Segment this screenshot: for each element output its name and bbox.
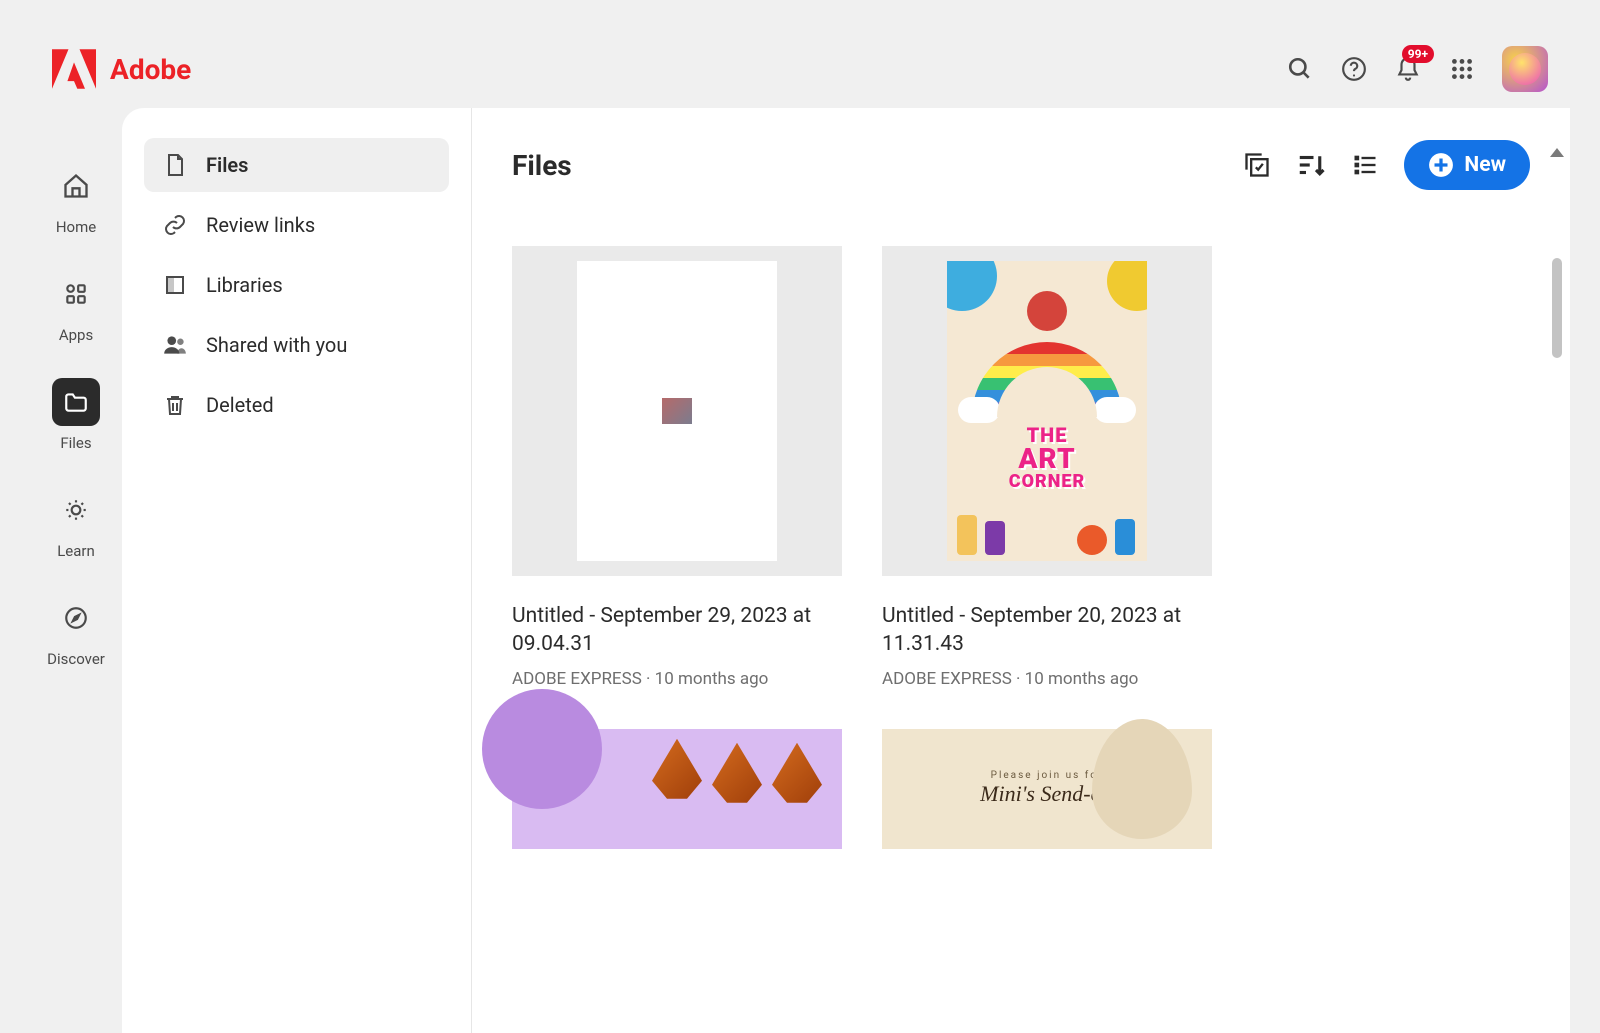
avatar[interactable]	[1502, 46, 1548, 92]
thumbnail-image: THE ART CORNER	[947, 261, 1147, 561]
apps-grid-icon[interactable]	[1448, 55, 1476, 83]
file-card[interactable]: THE ART CORNER Untitled - September 20,	[882, 246, 1212, 689]
scrollbar-thumb[interactable]	[1552, 258, 1562, 358]
trash-icon	[162, 392, 188, 418]
main-panel: Files Review links Libraries Shared with…	[122, 108, 1570, 1033]
search-icon[interactable]	[1286, 55, 1314, 83]
sidebar: Files Review links Libraries Shared with…	[122, 108, 472, 1033]
sidebar-item-shared[interactable]: Shared with you	[144, 318, 449, 372]
libraries-icon	[162, 272, 188, 298]
sort-icon[interactable]	[1296, 150, 1326, 180]
sidebar-item-label: Review links	[206, 213, 315, 237]
folder-icon	[63, 389, 89, 415]
scroll-up-icon[interactable]	[1550, 148, 1564, 157]
sidebar-item-label: Libraries	[206, 273, 283, 297]
compass-icon	[63, 605, 89, 631]
sidebar-item-review-links[interactable]: Review links	[144, 198, 449, 252]
new-button[interactable]: New	[1404, 140, 1530, 190]
file-thumbnail	[512, 729, 842, 849]
avatar-image	[1509, 53, 1541, 85]
file-card[interactable]: Untitled - September 29, 2023 at 09.04.3…	[512, 246, 842, 689]
brand-name: Adobe	[110, 53, 191, 86]
file-card[interactable]	[512, 729, 842, 849]
file-thumbnail: Please join us for Mini's Send-off	[882, 729, 1212, 849]
notifications-icon[interactable]: 99+	[1394, 55, 1422, 83]
file-thumbnail	[512, 246, 842, 576]
help-icon[interactable]	[1340, 55, 1368, 83]
sidebar-item-label: Shared with you	[206, 333, 347, 357]
rail-files[interactable]: Files	[52, 378, 100, 452]
notification-badge: 99+	[1402, 45, 1434, 63]
lightbulb-icon	[63, 497, 89, 523]
file-meta: ADOBE EXPRESS · 10 months ago	[512, 669, 842, 689]
home-icon	[62, 172, 90, 200]
rail-home-label: Home	[56, 218, 96, 236]
file-thumbnail: THE ART CORNER	[882, 246, 1212, 576]
toolbar: New	[1242, 140, 1530, 190]
file-title: Untitled - September 29, 2023 at 09.04.3…	[512, 602, 842, 659]
content-area: Files New	[472, 108, 1570, 1033]
rail-learn-label: Learn	[57, 542, 95, 560]
files-grid: Untitled - September 29, 2023 at 09.04.3…	[512, 246, 1530, 849]
file-meta: ADOBE EXPRESS · 10 months ago	[882, 669, 1212, 689]
new-button-label: New	[1464, 153, 1506, 177]
sidebar-item-files[interactable]: Files	[144, 138, 449, 192]
brand-logo[interactable]: Adobe	[52, 49, 191, 89]
list-view-icon[interactable]	[1350, 150, 1380, 180]
page-title: Files	[512, 149, 572, 182]
sidebar-item-deleted[interactable]: Deleted	[144, 378, 449, 432]
adobe-logo-icon	[52, 49, 96, 89]
rail-learn[interactable]: Learn	[52, 486, 100, 560]
rail-discover[interactable]: Discover	[47, 594, 105, 668]
rail-apps[interactable]: Apps	[52, 270, 100, 344]
file-title: Untitled - September 20, 2023 at 11.31.4…	[882, 602, 1212, 659]
scrollbar[interactable]	[1548, 148, 1566, 1013]
sidebar-item-label: Files	[206, 153, 248, 177]
rail-files-label: Files	[60, 434, 91, 452]
sidebar-item-libraries[interactable]: Libraries	[144, 258, 449, 312]
header: Adobe 99+	[30, 30, 1570, 108]
rail-apps-label: Apps	[59, 326, 93, 344]
plus-circle-icon	[1428, 152, 1454, 178]
link-icon	[162, 212, 188, 238]
content-header: Files New	[512, 140, 1530, 190]
header-actions: 99+	[1286, 46, 1548, 92]
sidebar-item-label: Deleted	[206, 393, 274, 417]
scrollbar-track[interactable]	[1552, 166, 1562, 1013]
rail-home[interactable]: Home	[52, 162, 100, 236]
file-card[interactable]: Please join us for Mini's Send-off	[882, 729, 1212, 849]
file-icon	[162, 152, 188, 178]
select-all-icon[interactable]	[1242, 150, 1272, 180]
people-icon	[162, 332, 188, 358]
rail-discover-label: Discover	[47, 650, 105, 668]
apps-icon	[63, 281, 89, 307]
nav-rail: Home Apps Files Learn Discover	[30, 108, 122, 1033]
thumbnail-image	[662, 398, 692, 424]
